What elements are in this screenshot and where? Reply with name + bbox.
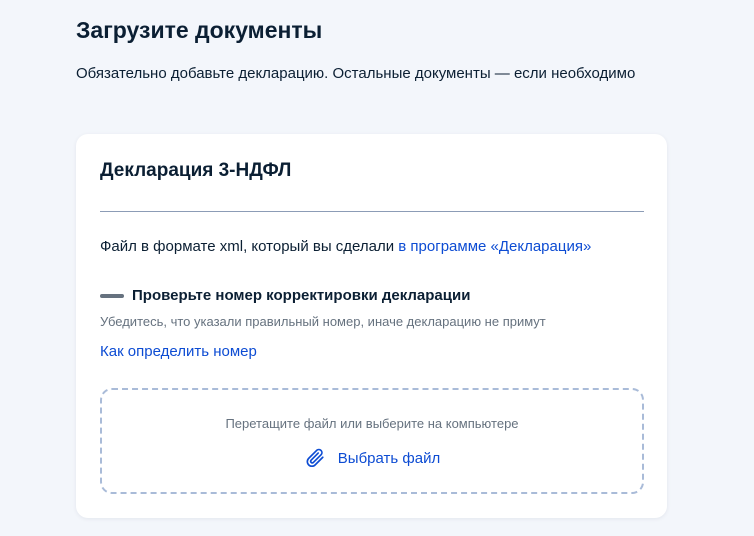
- dropzone-hint: Перетащите файл или выберите на компьюте…: [225, 416, 519, 431]
- file-format-text: Файл в формате xml, который вы сделали: [100, 238, 399, 255]
- card-divider: [100, 211, 644, 212]
- warning-title: Проверьте номер корректировки декларации: [132, 287, 471, 304]
- how-to-determine-number-link[interactable]: Как определить номер: [100, 340, 257, 364]
- page-subtitle: Обязательно добавьте декларацию. Остальн…: [76, 65, 636, 82]
- declaration-program-link[interactable]: в программе «Декларация»: [398, 238, 591, 255]
- paperclip-icon: [304, 447, 326, 469]
- warning-text: Убедитесь, что указали правильный номер,…: [100, 314, 546, 329]
- choose-file-label: Выбрать файл: [337, 449, 441, 467]
- card-title: Декларация 3-НДФЛ: [100, 160, 292, 181]
- page-title: Загрузите документы: [76, 17, 323, 43]
- declaration-card: Декларация 3-НДФЛ Файл в формате xml, ко…: [76, 134, 667, 518]
- warning-marker-icon: [100, 294, 124, 298]
- file-dropzone[interactable]: Перетащите файл или выберите на компьюте…: [100, 388, 644, 494]
- file-format-description: Файл в формате xml, который вы сделали в…: [100, 235, 591, 259]
- choose-file-button[interactable]: Выбрать файл: [102, 444, 642, 472]
